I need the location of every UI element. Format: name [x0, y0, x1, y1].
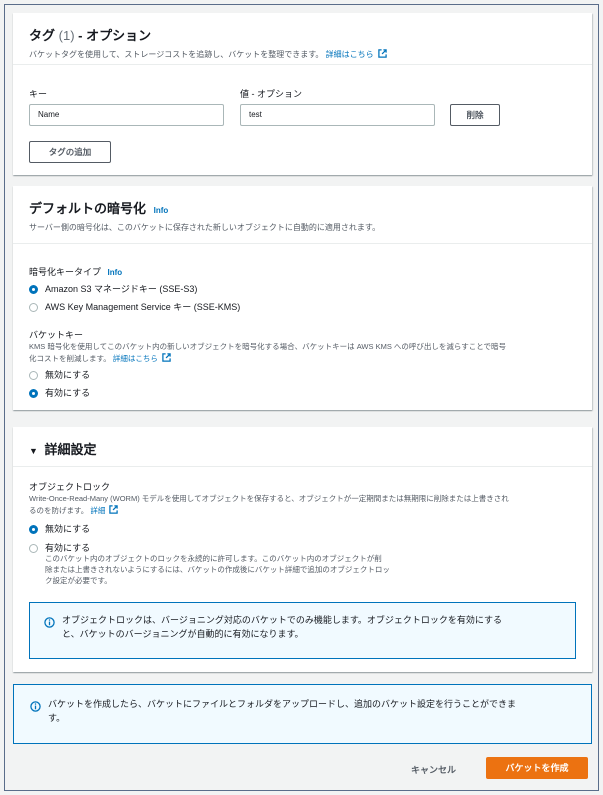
tag-key-label: キー	[29, 89, 48, 99]
sse-kms-radio[interactable]	[29, 303, 38, 312]
create-bucket-form: タグ (1) - オプション バケットタグを使用して、ストレージコストを追跡し、…	[4, 4, 599, 791]
sse-kms-label[interactable]: AWS Key Management Service キー (SSE-KMS)	[45, 300, 240, 313]
tags-learn-more-link[interactable]: 詳細はこちら	[326, 50, 374, 59]
encryption-panel: デフォルトの暗号化 Info サーバー側の暗号化は、このバケットに保存された新し…	[13, 186, 592, 410]
key-type-info-link[interactable]: Info	[108, 268, 123, 277]
external-link-icon[interactable]	[162, 353, 171, 362]
object-lock-disable-radio[interactable]	[29, 525, 38, 534]
object-lock-enable-description: このバケット内のオブジェクトのロックを永続的に許可します。このバケット内のオブジ…	[45, 554, 390, 585]
sse-s3-label[interactable]: Amazon S3 マネージドキー (SSE-S3)	[45, 282, 197, 295]
caret-down-icon[interactable]: ▼	[29, 446, 38, 456]
advanced-settings-title[interactable]: 詳細設定	[45, 442, 97, 457]
bucket-key-enable-label[interactable]: 有効にする	[45, 386, 90, 399]
object-lock-label: オブジェクトロック	[29, 482, 111, 492]
add-tag-button[interactable]: タグの追加	[29, 141, 111, 163]
object-lock-enable-label[interactable]: 有効にする	[45, 541, 90, 554]
tags-panel: タグ (1) - オプション バケットタグを使用して、ストレージコストを追跡し、…	[13, 13, 592, 175]
object-lock-learn-more-link[interactable]: 詳細	[90, 506, 105, 515]
external-link-icon[interactable]	[378, 49, 387, 58]
object-lock-disable-label[interactable]: 無効にする	[45, 522, 90, 535]
post-create-info-text: バケットを作成したら、バケットにファイルとフォルダをアップロードし、追加のバケッ…	[48, 699, 517, 723]
encryption-title: デフォルトの暗号化 Info	[29, 201, 169, 216]
advanced-settings-panel: ▼ 詳細設定 オブジェクトロック Write-Once-Read-Many (W…	[13, 427, 592, 672]
tag-value-input[interactable]: test	[240, 104, 435, 126]
bucket-key-disable-label[interactable]: 無効にする	[45, 368, 90, 381]
cancel-button[interactable]: キャンセル	[411, 763, 456, 776]
bucket-key-learn-more-link[interactable]: 詳細はこちら	[113, 354, 158, 363]
key-type-label: 暗号化キータイプ Info	[29, 267, 123, 277]
bucket-key-enable-radio[interactable]	[29, 389, 38, 398]
tag-key-input[interactable]: Name	[29, 104, 224, 126]
encryption-description: サーバー側の暗号化は、このバケットに保存された新しいオブジェクトに自動的に適用さ…	[29, 223, 381, 232]
info-icon	[30, 701, 41, 712]
object-lock-info-alert: オブジェクトロックは、バージョニング対応のバケットでのみ機能します。オブジェクト…	[29, 602, 576, 659]
bucket-key-description: KMS 暗号化を使用してこのバケット内の新しいオブジェクトを暗号化する場合、バケ…	[29, 342, 507, 363]
advanced-settings-header[interactable]: ▼ 詳細設定	[13, 427, 592, 467]
encryption-info-link[interactable]: Info	[154, 206, 169, 215]
tags-count: (1)	[58, 28, 75, 43]
object-lock-description: Write-Once-Read-Many (WORM) モデルを使用してオブジェ…	[29, 494, 509, 515]
tag-value-label: 値 - オプション	[240, 89, 302, 99]
encryption-header: デフォルトの暗号化 Info サーバー側の暗号化は、このバケットに保存された新し…	[13, 186, 592, 244]
tags-title: タグ (1) - オプション	[29, 28, 152, 43]
object-lock-alert-text: オブジェクトロックは、バージョニング対応のバケットでのみ機能します。オブジェクト…	[62, 615, 503, 639]
bucket-key-disable-radio[interactable]	[29, 371, 38, 380]
bucket-key-label: バケットキー	[29, 330, 84, 340]
external-link-icon[interactable]	[109, 505, 119, 514]
tags-description: バケットタグを使用して、ストレージコストを追跡し、バケットを整理できます。 詳細…	[29, 49, 576, 60]
info-icon	[44, 617, 55, 628]
create-bucket-button[interactable]: バケットを作成	[486, 757, 588, 779]
remove-tag-button[interactable]: 削除	[450, 104, 500, 126]
sse-s3-radio[interactable]	[29, 285, 38, 294]
tags-header: タグ (1) - オプション バケットタグを使用して、ストレージコストを追跡し、…	[13, 13, 592, 65]
object-lock-enable-radio[interactable]	[29, 544, 38, 553]
post-create-info-alert: バケットを作成したら、バケットにファイルとフォルダをアップロードし、追加のバケッ…	[13, 684, 592, 744]
